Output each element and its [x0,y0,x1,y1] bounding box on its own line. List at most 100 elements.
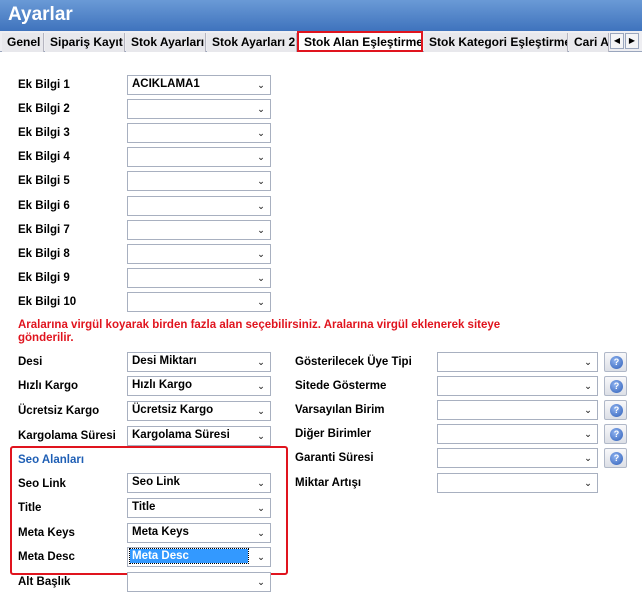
ek-bilgi-1-value: ACIKLAMA1 [132,78,200,90]
chevron-down-icon[interactable]: ⌄ [254,126,268,140]
varsayilan-birim-select[interactable]: ⌄ [437,400,598,420]
title-label: Title [18,502,42,514]
chevron-down-icon[interactable]: ⌄ [254,575,268,589]
tab-scroll-right-button[interactable]: ▶ [625,33,639,49]
kargolama-suresi-select[interactable]: Kargolama Süresi ⌄ [127,426,271,446]
hizli-kargo-select[interactable]: Hızlı Kargo ⌄ [127,376,271,396]
kargolama-suresi-label: Kargolama Süresi [18,430,116,442]
alt-baslik-select[interactable]: ⌄ [127,572,271,592]
tab-cari-ay[interactable]: Cari Ay [569,33,609,52]
chevron-down-icon[interactable]: ⌄ [581,355,595,369]
desi-label: Desi [18,356,43,368]
chevron-down-icon[interactable]: ⌄ [254,78,268,92]
chevron-down-icon[interactable]: ⌄ [254,550,268,564]
meta-keys-label: Meta Keys [18,527,75,539]
ek-bilgi-6-select[interactable]: ⌄ [127,196,271,216]
diger-birimler-help-button[interactable]: ? [604,424,627,444]
garanti-suresi-label: Garanti Süresi [295,452,374,464]
desi-select[interactable]: Desi Miktarı ⌄ [127,352,271,372]
miktar-artisi-label: Miktar Artışı [295,477,362,489]
garanti-suresi-help-button[interactable]: ? [604,448,627,468]
chevron-down-icon[interactable]: ⌄ [254,174,268,188]
garanti-suresi-select[interactable]: ⌄ [437,448,598,468]
chevron-down-icon[interactable]: ⌄ [254,271,268,285]
help-icon: ? [610,404,623,417]
varsayilan-birim-help-button[interactable]: ? [604,400,627,420]
chevron-down-icon[interactable]: ⌄ [254,247,268,261]
ek-bilgi-6-label: Ek Bilgi 6 [18,200,70,212]
chevron-down-icon[interactable]: ⌄ [254,102,268,116]
ek-bilgi-7-select[interactable]: ⌄ [127,220,271,240]
chevron-down-icon[interactable]: ⌄ [254,429,268,443]
ek-bilgi-5-select[interactable]: ⌄ [127,171,271,191]
chevron-down-icon[interactable]: ⌄ [581,427,595,441]
chevron-down-icon[interactable]: ⌄ [254,295,268,309]
meta-desc-select[interactable]: Meta Desc ⌄ [127,547,271,567]
seo-link-label: Seo Link [18,478,66,490]
meta-keys-select[interactable]: Meta Keys ⌄ [127,523,271,543]
desi-value: Desi Miktarı [132,355,197,367]
ucretsiz-kargo-label: Ücretsiz Kargo [18,405,100,417]
chevron-down-icon[interactable]: ⌄ [254,223,268,237]
chevron-down-icon[interactable]: ⌄ [254,501,268,515]
ek-bilgi-5-label: Ek Bilgi 5 [18,175,70,187]
chevron-down-icon[interactable]: ⌄ [254,404,268,418]
tab-siparis-kayit[interactable]: Sipariş Kayıt [45,33,125,52]
hizli-kargo-value: Hızlı Kargo [132,379,193,391]
help-icon: ? [610,380,623,393]
gosterilecek-uye-tipi-help-button[interactable]: ? [604,352,627,372]
hizli-kargo-label: Hızlı Kargo [18,380,79,392]
meta-desc-label: Meta Desc [18,551,75,563]
alt-baslik-label: Alt Başlık [18,576,71,588]
help-icon: ? [610,428,623,441]
ek-bilgi-8-select[interactable]: ⌄ [127,244,271,264]
help-icon: ? [610,356,623,369]
tab-stok-ayarlari[interactable]: Stok Ayarları [126,33,206,52]
ek-bilgi-1-select[interactable]: ACIKLAMA1 ⌄ [127,75,271,95]
chevron-down-icon[interactable]: ⌄ [581,379,595,393]
chevron-down-icon[interactable]: ⌄ [581,451,595,465]
seo-link-select[interactable]: Seo Link ⌄ [127,473,271,493]
window-title: Ayarlar [0,0,642,31]
ek-bilgi-1-label: Ek Bilgi 1 [18,79,70,91]
ek-bilgi-3-select[interactable]: ⌄ [127,123,271,143]
chevron-down-icon[interactable]: ⌄ [254,199,268,213]
ek-bilgi-7-label: Ek Bilgi 7 [18,224,70,236]
chevron-down-icon[interactable]: ⌄ [254,526,268,540]
sitede-gosterme-label: Sitede Gösterme [295,380,387,392]
chevron-down-icon[interactable]: ⌄ [254,476,268,490]
ek-bilgi-2-select[interactable]: ⌄ [127,99,271,119]
gosterilecek-uye-tipi-select[interactable]: ⌄ [437,352,598,372]
title-select[interactable]: Title ⌄ [127,498,271,518]
help-icon: ? [610,452,623,465]
chevron-down-icon[interactable]: ⌄ [254,150,268,164]
ek-bilgi-4-select[interactable]: ⌄ [127,147,271,167]
ek-bilgi-2-label: Ek Bilgi 2 [18,103,70,115]
ek-bilgi-10-select[interactable]: ⌄ [127,292,271,312]
ek-bilgi-9-label: Ek Bilgi 9 [18,272,70,284]
tab-stok-ayarlari-2[interactable]: Stok Ayarları 2 [207,33,297,52]
sitede-gosterme-help-button[interactable]: ? [604,376,627,396]
ucretsiz-kargo-select[interactable]: Ücretsiz Kargo ⌄ [127,401,271,421]
title-value: Title [132,501,156,513]
chevron-down-icon[interactable]: ⌄ [581,403,595,417]
ek-bilgi-10-label: Ek Bilgi 10 [18,296,77,308]
tab-stok-alan-eslestirme[interactable]: Stok Alan Eşleştirme [297,31,423,52]
ek-bilgi-8-label: Ek Bilgi 8 [18,248,70,260]
miktar-artisi-select[interactable]: ⌄ [437,473,598,493]
ucretsiz-kargo-value: Ücretsiz Kargo [132,404,214,416]
diger-birimler-select[interactable]: ⌄ [437,424,598,444]
seo-link-value: Seo Link [132,476,180,488]
chevron-down-icon[interactable]: ⌄ [254,379,268,393]
tab-stok-kategori-eslestirme[interactable]: Stok Kategori Eşleştirme [424,33,568,52]
tab-genel[interactable]: Genel [2,33,44,52]
chevron-down-icon[interactable]: ⌄ [254,355,268,369]
sitede-gosterme-select[interactable]: ⌄ [437,376,598,396]
tab-strip: Genel Sipariş Kayıt Stok Ayarları Stok A… [0,31,642,52]
meta-keys-value: Meta Keys [132,526,189,538]
seo-section-title: Seo Alanları [18,454,85,466]
tab-content: Ek Bilgi 1 ACIKLAMA1 ⌄ Ek Bilgi 2 ⌄ Ek B… [0,52,642,593]
ek-bilgi-9-select[interactable]: ⌄ [127,268,271,288]
chevron-down-icon[interactable]: ⌄ [581,476,595,490]
tab-scroll-left-button[interactable]: ◀ [610,33,624,49]
